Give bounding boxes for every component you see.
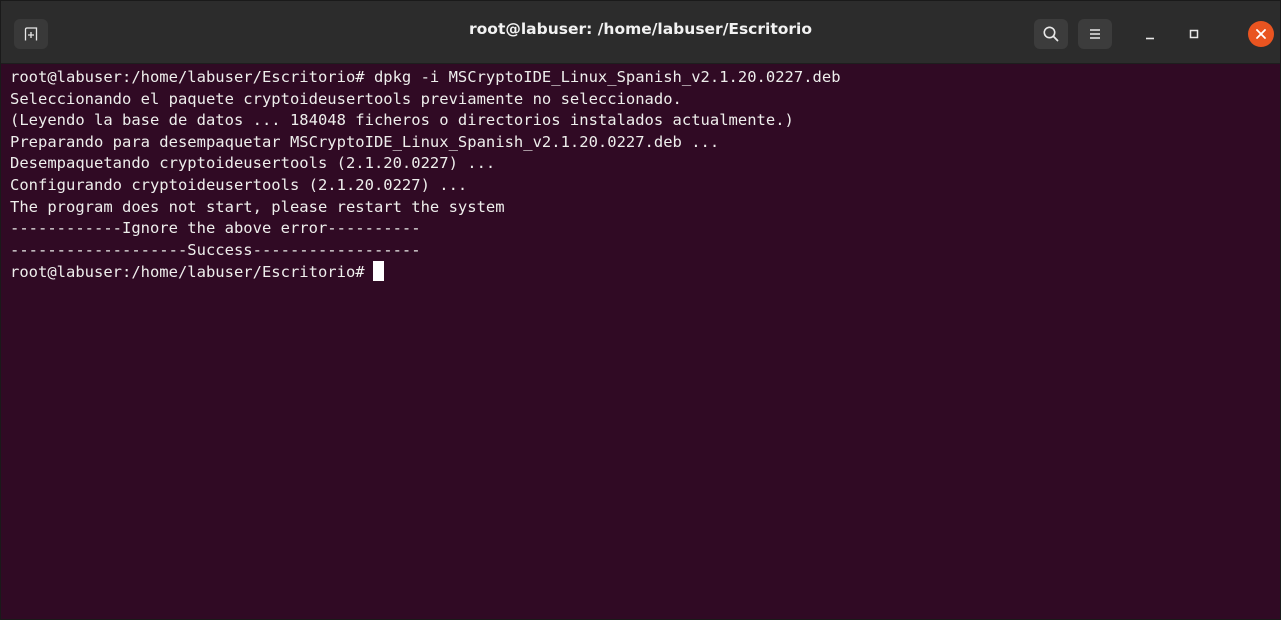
terminal-line: Desempaquetando cryptoideusertools (2.1.… bbox=[10, 154, 496, 173]
title-bar[interactable]: root@labuser: /home/labuser/Escritorio bbox=[1, 1, 1280, 64]
maximize-icon bbox=[1189, 29, 1199, 39]
search-button[interactable] bbox=[1034, 19, 1068, 49]
terminal-line: -------------------Success--------------… bbox=[10, 240, 421, 259]
menu-button[interactable] bbox=[1078, 19, 1112, 49]
terminal-line: (Leyendo la base de datos ... 184048 fic… bbox=[10, 111, 794, 130]
terminal-line: Configurando cryptoideusertools (2.1.20.… bbox=[10, 175, 468, 194]
search-icon bbox=[1043, 26, 1059, 42]
terminal-line: Preparando para desempaquetar MSCryptoID… bbox=[10, 132, 720, 151]
minimize-button[interactable] bbox=[1135, 19, 1165, 49]
hamburger-menu-icon bbox=[1090, 29, 1100, 39]
terminal-window: root@labuser: /home/labuser/Escritorio r… bbox=[0, 0, 1281, 620]
text-cursor bbox=[372, 261, 384, 282]
close-button[interactable] bbox=[1248, 21, 1274, 47]
maximize-button[interactable] bbox=[1179, 19, 1209, 49]
terminal-line: root@labuser:/home/labuser/Escritorio# d… bbox=[10, 68, 841, 86]
prompt-line[interactable]: root@labuser:/home/labuser/Escritorio# bbox=[10, 261, 1280, 283]
terminal-line: Seleccionando el paquete cryptoideuserto… bbox=[10, 89, 682, 108]
terminal-line: ------------Ignore the above error------… bbox=[10, 219, 421, 238]
minimize-icon bbox=[1146, 37, 1154, 40]
terminal-line: The program does not start, please resta… bbox=[10, 197, 505, 216]
terminal-output[interactable]: root@labuser:/home/labuser/Escritorio# d… bbox=[1, 64, 1280, 619]
shell-prompt: root@labuser:/home/labuser/Escritorio# bbox=[10, 263, 365, 282]
close-icon bbox=[1256, 29, 1266, 39]
